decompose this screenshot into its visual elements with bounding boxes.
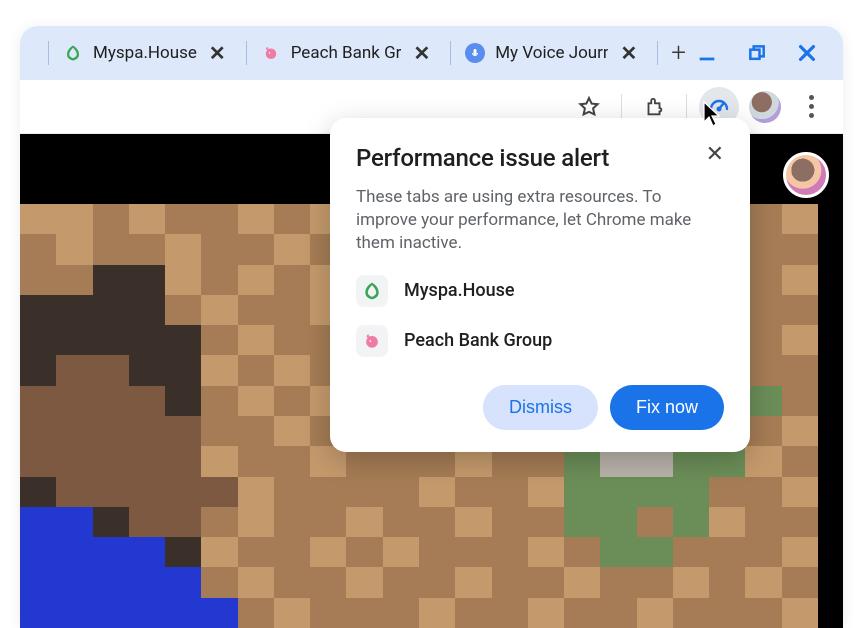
toolbar-separator <box>686 94 687 120</box>
tab-label: My Voice Journ <box>495 43 608 63</box>
window-controls <box>691 37 835 69</box>
tab-separator <box>48 41 49 65</box>
participant-avatar[interactable] <box>783 152 829 198</box>
site-row: Myspa.House <box>356 275 724 307</box>
close-icon[interactable]: ✕ <box>618 43 639 63</box>
close-icon[interactable]: ✕ <box>411 43 432 63</box>
avatar <box>749 91 781 123</box>
profile-avatar-button[interactable] <box>745 87 785 127</box>
popup-description: These tabs are using extra resources. To… <box>356 186 724 255</box>
mic-icon <box>465 43 485 63</box>
tab-separator <box>246 41 247 65</box>
site-row: Peach Bank Group <box>356 325 724 357</box>
tab-myspa[interactable]: Myspa.House ✕ <box>57 34 238 72</box>
tab-separator <box>657 41 658 65</box>
performance-alert-popup: Performance issue alert ✕ These tabs are… <box>330 118 750 452</box>
tab-voice-journal[interactable]: My Voice Journ ✕ <box>459 34 649 72</box>
dismiss-button[interactable]: Dismiss <box>483 385 598 430</box>
piggy-icon <box>261 43 281 63</box>
popup-close-button[interactable]: ✕ <box>706 144 724 166</box>
leaf-icon <box>63 43 83 63</box>
chrome-menu-button[interactable] <box>791 87 831 127</box>
tab-label: Peach Bank Gr <box>291 43 402 63</box>
tab-separator <box>450 41 451 65</box>
site-name: Peach Bank Group <box>404 330 552 351</box>
fix-now-button[interactable]: Fix now <box>610 385 724 430</box>
leaf-icon <box>356 275 388 307</box>
minimize-button[interactable] <box>691 37 723 69</box>
kebab-icon <box>809 95 814 118</box>
popup-title: Performance issue alert <box>356 144 609 172</box>
close-window-button[interactable] <box>791 37 823 69</box>
close-icon[interactable]: ✕ <box>207 43 228 63</box>
popup-actions: Dismiss Fix now <box>356 385 724 430</box>
maximize-button[interactable] <box>741 37 773 69</box>
toolbar-separator <box>621 94 622 120</box>
tab-strip: Myspa.House ✕ Peach Bank Gr ✕ My Voice J… <box>20 26 843 80</box>
tab-peach-bank[interactable]: Peach Bank Gr ✕ <box>255 34 443 72</box>
piggy-icon <box>356 325 388 357</box>
tab-label: Myspa.House <box>93 43 197 63</box>
site-name: Myspa.House <box>404 280 515 301</box>
new-tab-button[interactable]: + <box>666 35 691 71</box>
